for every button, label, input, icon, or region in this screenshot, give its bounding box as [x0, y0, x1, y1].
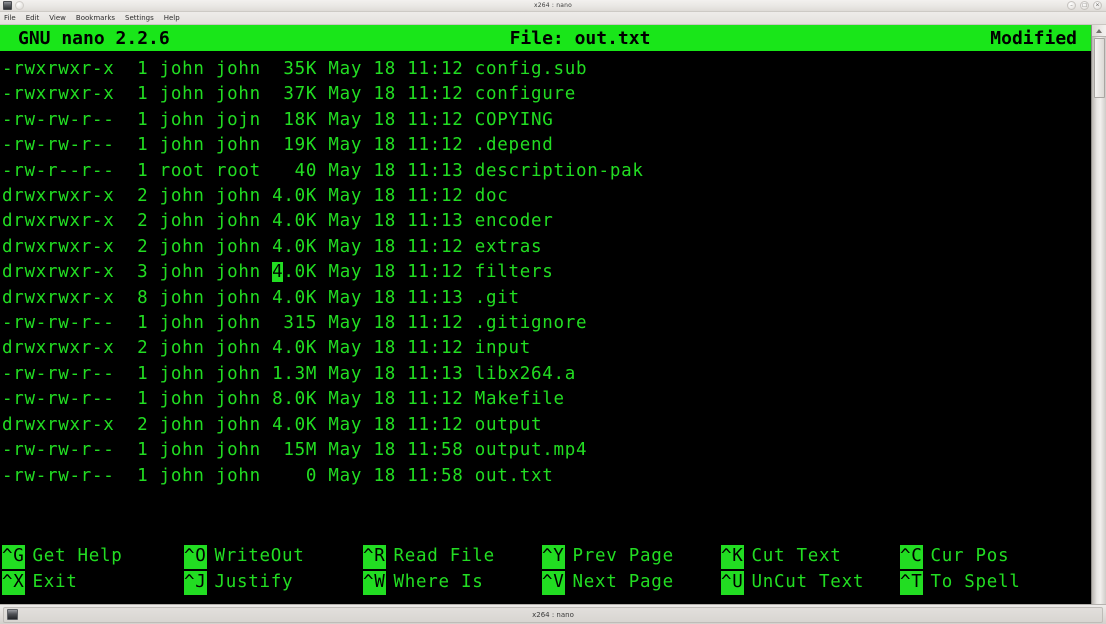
shortcut-key: ^K [721, 545, 744, 569]
shortcut-uncut-text[interactable]: ^U UnCut Text [721, 571, 900, 595]
file-listing-line: drwxrwxr-x 8 john john 4.0K May 18 11:13… [2, 287, 520, 308]
shortcut-label: Prev Page [572, 546, 674, 567]
minimize-button[interactable]: – [1067, 1, 1076, 10]
shortcut-row-2: ^X Exit ^J Justify ^W Where Is ^V Next Page ^U Un… [0, 570, 1091, 596]
file-listing-line: -rw-rw-r-- 1 john jojn 18K May 18 11:12 … [2, 109, 554, 130]
terminal-icon [3, 1, 12, 10]
shortcut-cur-pos[interactable]: ^C Cur Pos [900, 545, 1079, 569]
shortcut-label: WriteOut [214, 546, 305, 567]
menu-item-file[interactable]: File [4, 14, 16, 22]
nano-text-buffer[interactable]: -rwxrwxr-x 1 john john 35K May 18 11:12 … [0, 51, 1091, 544]
file-listing-line: drwxrwxr-x 2 john john 4.0K May 18 11:13… [2, 211, 554, 232]
shortcut-label: UnCut Text [751, 572, 865, 593]
nano-header-bar: GNU nano 2.2.6 File: out.txt Modified [0, 25, 1091, 51]
desktop-window: x264 : nano – □ ✕ File Edit View Bookmar… [0, 0, 1106, 624]
shortcut-key: ^G [2, 545, 25, 569]
shortcut-label: Cut Text [751, 546, 842, 567]
shortcut-label: Where Is [393, 572, 484, 593]
maximize-icon: □ [1082, 2, 1087, 8]
text-cursor: 4 [272, 262, 284, 283]
shortcut-label: Exit [32, 572, 78, 593]
shortcut-key: ^C [900, 545, 923, 569]
taskbar-window-label: x264 : nano [532, 610, 574, 619]
file-listing-line: -rw-rw-r-- 1 john john 15M May 18 11:58 … [2, 440, 588, 461]
file-listing-line: drwxrwxr-x 2 john john 4.0K May 18 11:12… [2, 338, 532, 359]
window-controls: – □ ✕ [1067, 1, 1102, 10]
shortcut-key: ^O [184, 545, 207, 569]
terminal-scrollbar[interactable] [1091, 25, 1106, 604]
shortcut-key: ^U [721, 571, 744, 595]
menu-item-bookmarks[interactable]: Bookmarks [76, 14, 115, 22]
menu-item-settings[interactable]: Settings [125, 14, 154, 22]
taskbar-window-button[interactable]: x264 : nano [3, 606, 1103, 623]
terminal-content: GNU nano 2.2.6 File: out.txt Modified -r… [0, 25, 1091, 604]
shortcut-get-help[interactable]: ^G Get Help [0, 545, 184, 569]
file-listing-line: -rw-r--r-- 1 root root 40 May 18 11:13 d… [2, 160, 644, 181]
nano-modified-label: Modified [990, 27, 1077, 49]
shortcut-label: Cur Pos [930, 546, 1010, 567]
shortcut-key: ^T [900, 571, 923, 595]
file-listing-line: -rw-rw-r-- 1 john john 0 May 18 11:58 ou… [2, 465, 554, 486]
shortcut-label: Next Page [572, 572, 674, 593]
minimize-icon: – [1070, 2, 1073, 8]
shortcut-justify[interactable]: ^J Justify [184, 571, 363, 595]
terminal-area[interactable]: GNU nano 2.2.6 File: out.txt Modified -r… [0, 25, 1106, 604]
shortcut-cut-text[interactable]: ^K Cut Text [721, 545, 900, 569]
nano-shortcut-help: ^G Get Help ^O WriteOut ^R Read File ^Y Prev Pa… [0, 544, 1091, 604]
close-icon: ✕ [1095, 2, 1100, 8]
menu-item-edit[interactable]: Edit [26, 14, 40, 22]
shortcut-row-1: ^G Get Help ^O WriteOut ^R Read File ^Y Prev Pa… [0, 544, 1091, 570]
titlebar-left-icons [0, 1, 24, 10]
file-listing-line: drwxrwxr-x 2 john john 4.0K May 18 11:12… [2, 236, 543, 257]
shortcut-label: To Spell [930, 572, 1021, 593]
shortcut-key: ^Y [542, 545, 565, 569]
shortcut-label: Get Help [32, 546, 123, 567]
shortcut-next-page[interactable]: ^V Next Page [542, 571, 721, 595]
window-menu-icon[interactable] [15, 1, 24, 10]
terminal-icon [7, 609, 18, 620]
shortcut-label: Justify [214, 572, 294, 593]
menu-item-view[interactable]: View [49, 14, 66, 22]
scroll-up-arrow[interactable] [1092, 25, 1106, 37]
file-listing-line: -rw-rw-r-- 1 john john 19K May 18 11:12 … [2, 135, 554, 156]
shortcut-key: ^V [542, 571, 565, 595]
file-listing-line: drwxrwxr-x 2 john john 4.0K May 18 11:12… [2, 414, 543, 435]
shortcut-writeout[interactable]: ^O WriteOut [184, 545, 363, 569]
file-listing-line: drwxrwxr-x 2 john john 4.0K May 18 11:12… [2, 186, 509, 207]
scrollbar-thumb[interactable] [1093, 38, 1105, 98]
close-button[interactable]: ✕ [1093, 1, 1102, 10]
file-listing-line: -rwxrwxr-x 1 john john 37K May 18 11:12 … [2, 84, 577, 105]
shortcut-key: ^J [184, 571, 207, 595]
window-title: x264 : nano [534, 2, 572, 9]
file-listing-line: -rw-rw-r-- 1 john john 8.0K May 18 11:12… [2, 389, 565, 410]
chevron-up-icon [1096, 28, 1102, 33]
menu-item-help[interactable]: Help [164, 14, 180, 22]
shortcut-key: ^X [2, 571, 25, 595]
shortcut-label: Read File [393, 546, 495, 567]
file-listing-line: -rwxrwxr-x 1 john john 35K May 18 11:12 … [2, 59, 588, 79]
maximize-button[interactable]: □ [1080, 1, 1089, 10]
shortcut-key: ^W [363, 571, 386, 595]
taskbar: x264 : nano [0, 604, 1106, 624]
shortcut-where-is[interactable]: ^W Where Is [363, 571, 542, 595]
shortcut-exit[interactable]: ^X Exit [0, 571, 184, 595]
file-listing-line: -rw-rw-r-- 1 john john 315 May 18 11:12 … [2, 313, 588, 334]
shortcut-read-file[interactable]: ^R Read File [363, 545, 542, 569]
window-titlebar[interactable]: x264 : nano – □ ✕ [0, 0, 1106, 12]
shortcut-to-spell[interactable]: ^T To Spell [900, 571, 1079, 595]
file-listing-line: drwxrwxr-x 3 john john 4.0K May 18 11:12… [2, 262, 554, 283]
menubar: File Edit View Bookmarks Settings Help [0, 12, 1106, 25]
nano-file-label: File: out.txt [509, 27, 651, 49]
file-listing-line: -rw-rw-r-- 1 john john 1.3M May 18 11:13… [2, 363, 577, 384]
shortcut-key: ^R [363, 545, 386, 569]
shortcut-prev-page[interactable]: ^Y Prev Page [542, 545, 721, 569]
nano-version-label: GNU nano 2.2.6 [18, 27, 170, 49]
